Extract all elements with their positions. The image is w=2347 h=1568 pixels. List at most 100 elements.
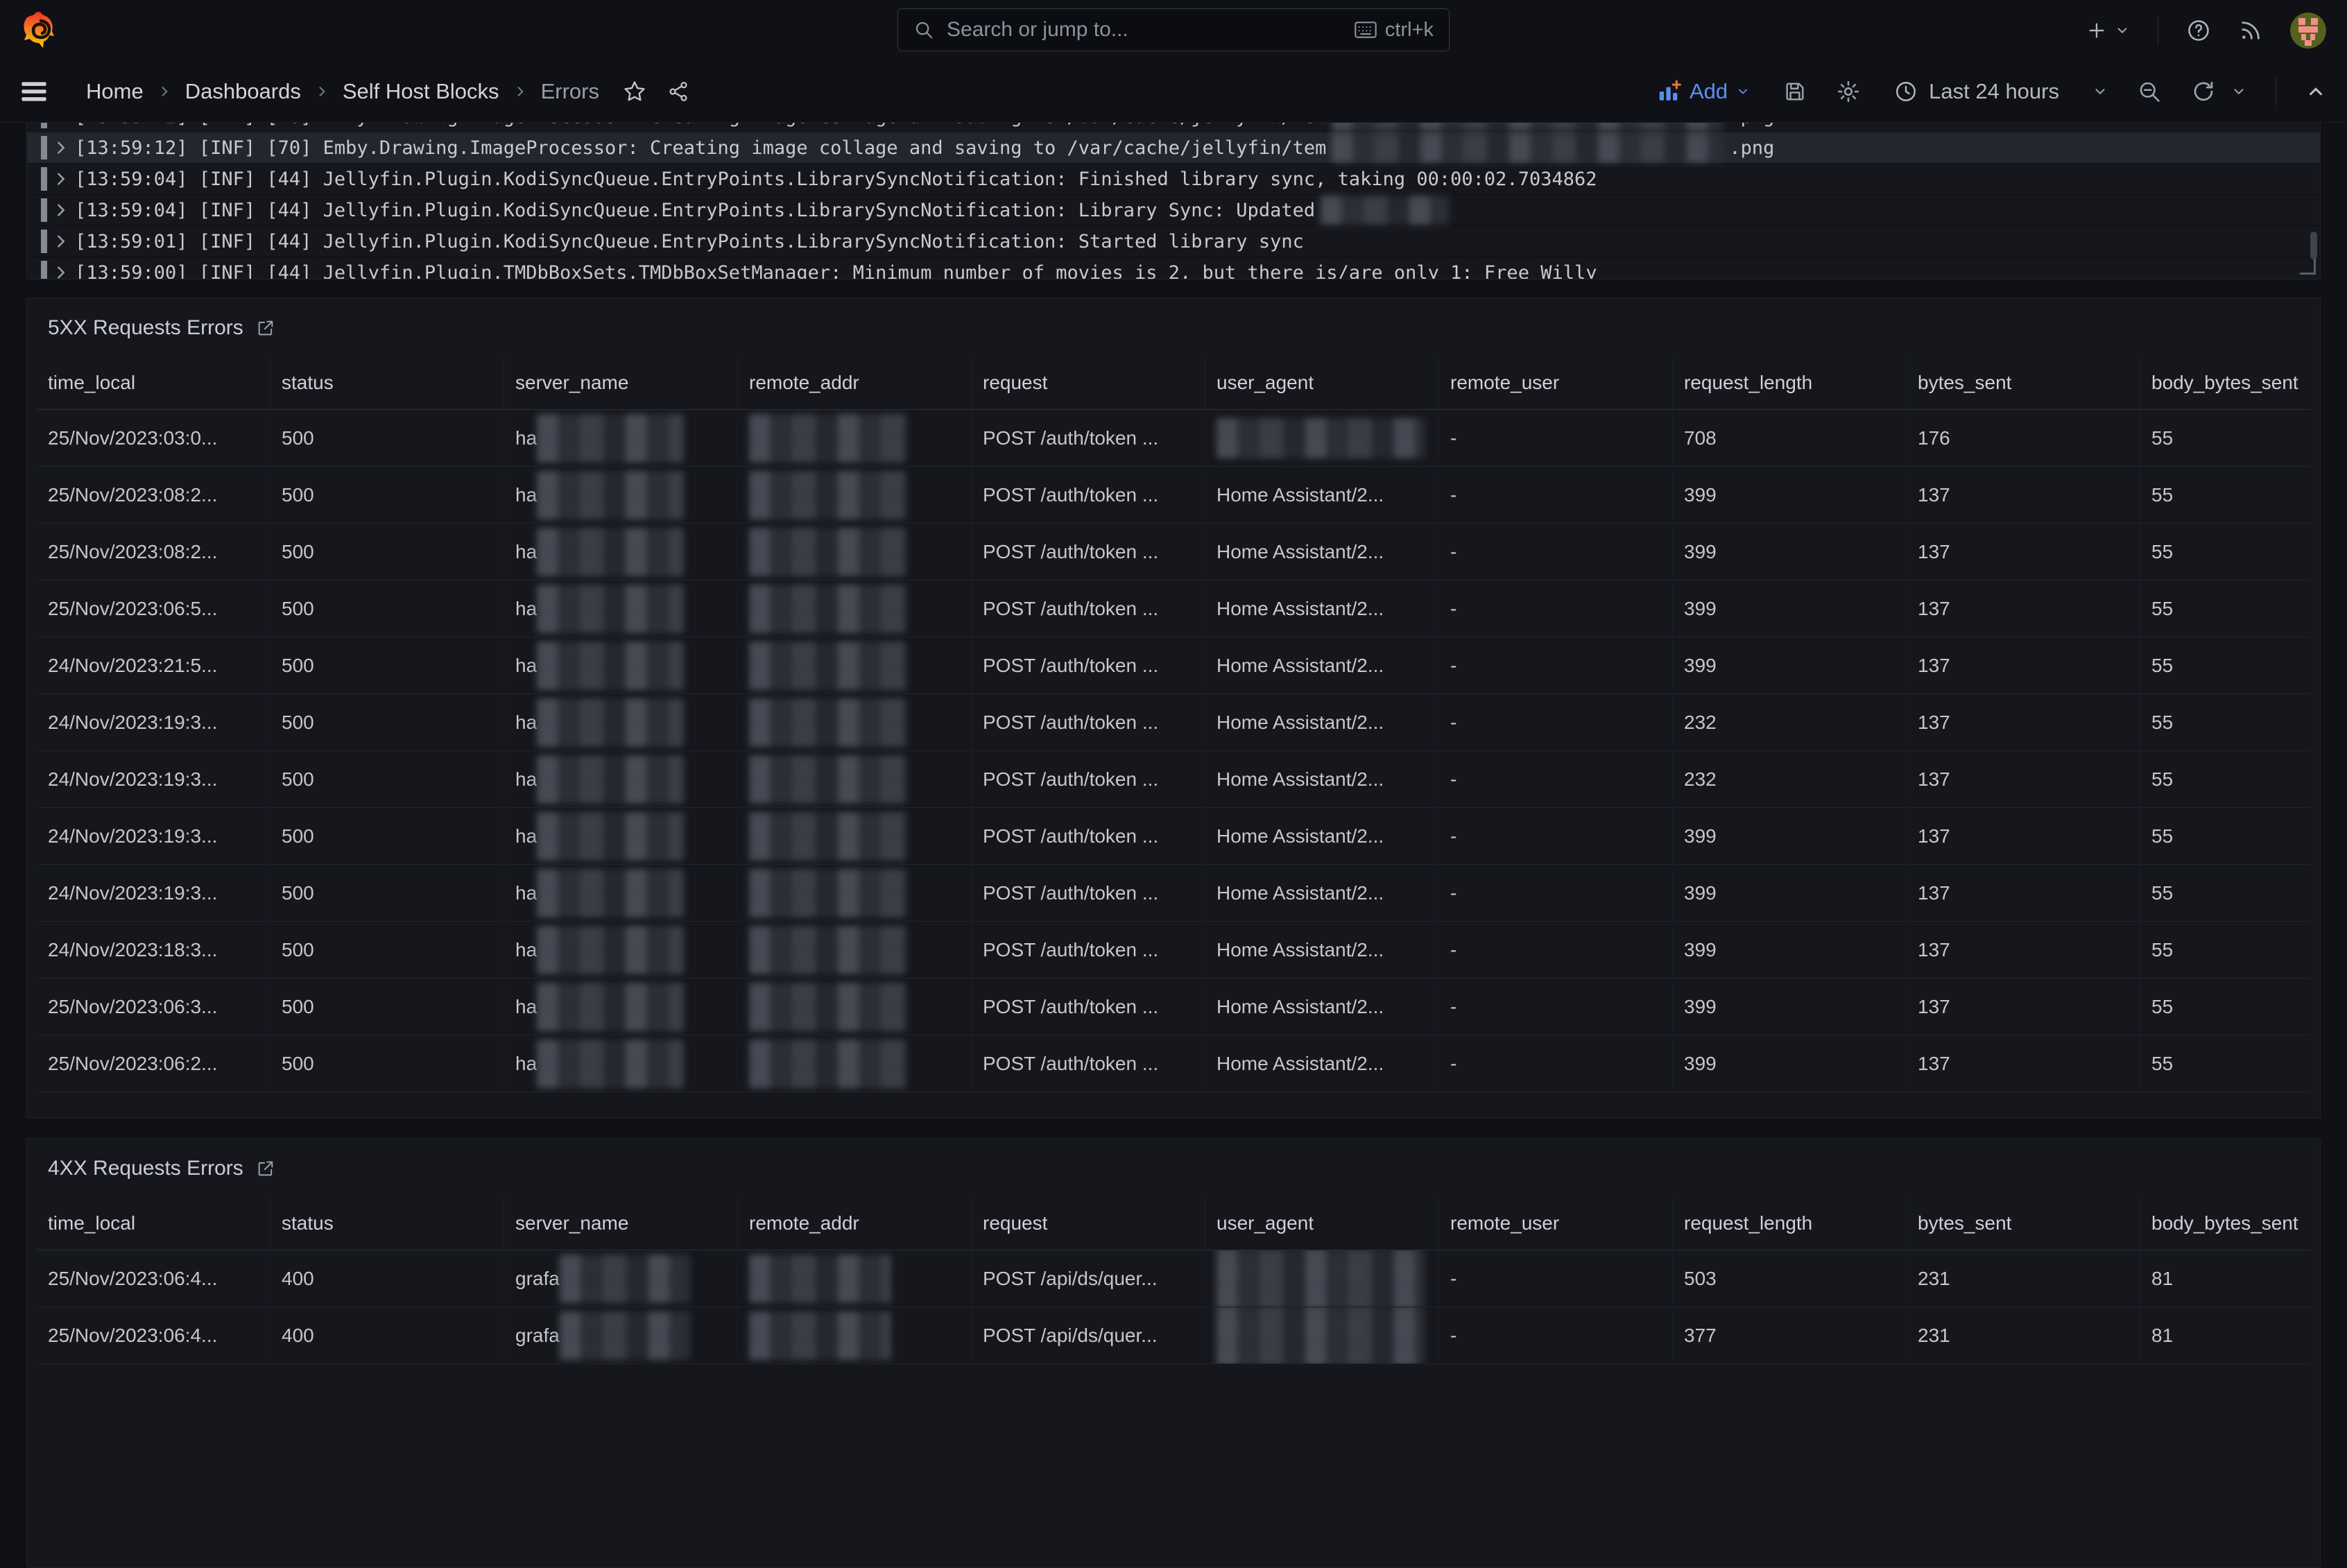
time-range-picker[interactable]: Last 24 hours	[1890, 78, 2063, 105]
redacted-server-name	[537, 585, 684, 633]
search-input[interactable]	[945, 17, 1355, 42]
column-header[interactable]: body_bytes_sent	[2140, 358, 2310, 409]
chevron-down-icon[interactable]	[2092, 84, 2108, 99]
cell-remote-addr	[738, 467, 972, 523]
redacted-remote-addr	[749, 812, 907, 861]
breadcrumb-folder[interactable]: Self Host Blocks	[343, 79, 499, 104]
log-row[interactable]: [13:59:00] [INF] [44] Jellyfin.Plugin.TM…	[27, 257, 2320, 279]
cell-body-bytes-sent: 81	[2140, 1307, 2310, 1363]
column-header[interactable]: remote_addr	[738, 358, 972, 409]
share-button[interactable]	[667, 80, 689, 103]
column-header[interactable]: remote_user	[1439, 358, 1673, 409]
column-header[interactable]: remote_addr	[738, 1198, 972, 1250]
new-button[interactable]	[2086, 19, 2130, 42]
expand-log-icon[interactable]	[55, 234, 67, 249]
panel-title[interactable]: 5XX Requests Errors	[48, 316, 243, 340]
refresh-button[interactable]	[2191, 79, 2216, 104]
external-link-icon[interactable]	[256, 1159, 275, 1178]
mega-menu-button[interactable]	[21, 81, 47, 102]
breadcrumb-dashboards[interactable]: Dashboards	[185, 79, 301, 104]
column-header[interactable]: body_bytes_sent	[2140, 1198, 2310, 1250]
log-row[interactable]: [13:59:04] [INF] [44] Jellyfin.Plugin.Ko…	[27, 163, 2320, 194]
search-box[interactable]: ctrl+k	[897, 8, 1450, 51]
news-button[interactable]	[2239, 19, 2262, 42]
table-header-row: time_localstatusserver_nameremote_addrre…	[37, 358, 2310, 410]
log-row[interactable]: [13:59:04] [INF] [44] Jellyfin.Plugin.Ko…	[27, 194, 2320, 225]
chevron-right-icon	[315, 85, 329, 98]
panel-title[interactable]: 4XX Requests Errors	[48, 1157, 243, 1180]
dashboard-settings-button[interactable]	[1836, 79, 1861, 104]
chevron-down-icon	[2231, 84, 2246, 99]
hamburger-icon	[21, 81, 47, 102]
refresh-interval-dropdown[interactable]	[2231, 84, 2246, 99]
zoom-out-button[interactable]	[2137, 79, 2162, 104]
user-avatar[interactable]	[2290, 12, 2326, 49]
log-scrollbar-thumb[interactable]	[2310, 232, 2317, 259]
cell-time-local: 25/Nov/2023:08:2...	[37, 467, 270, 523]
table-row: 25/Nov/2023:06:4... 400 grafa POST /api/…	[37, 1250, 2310, 1307]
column-header[interactable]: request	[972, 358, 1205, 409]
column-header[interactable]: user_agent	[1205, 1198, 1439, 1250]
column-header[interactable]: request	[972, 1198, 1205, 1250]
panel-resize-grip[interactable]	[2300, 259, 2316, 275]
column-header[interactable]: bytes_sent	[1907, 1198, 2140, 1250]
column-header[interactable]: request_length	[1673, 1198, 1907, 1250]
cell-request-length: 399	[1673, 580, 1907, 637]
expand-log-icon[interactable]	[55, 123, 67, 124]
cell-body-bytes-sent: 55	[2140, 524, 2310, 580]
help-button[interactable]	[2186, 18, 2211, 43]
cell-user-agent	[1205, 410, 1439, 466]
refresh-group	[2191, 79, 2246, 104]
plus-icon	[2086, 19, 2108, 42]
cell-remote-addr	[738, 808, 972, 864]
expand-log-icon[interactable]	[55, 140, 67, 155]
favorite-button[interactable]	[623, 80, 646, 103]
column-header[interactable]: user_agent	[1205, 358, 1439, 409]
cell-time-local: 24/Nov/2023:19:3...	[37, 865, 270, 921]
redacted-remote-addr	[749, 755, 907, 804]
column-header[interactable]: request_length	[1673, 358, 1907, 409]
cell-remote-addr	[738, 637, 972, 693]
column-header[interactable]: time_local	[37, 1198, 270, 1250]
cell-user-agent: Home Assistant/2...	[1205, 580, 1439, 637]
redacted-server-name	[537, 812, 684, 861]
expand-log-icon[interactable]	[55, 171, 67, 187]
expand-log-icon[interactable]	[55, 265, 67, 279]
expand-log-icon[interactable]	[55, 203, 67, 218]
log-row[interactable]: [13:59:01] [INF] [44] Jellyfin.Plugin.Ko…	[27, 225, 2320, 257]
save-dashboard-button[interactable]	[1783, 80, 1807, 103]
log-row[interactable]: [13:59:12] [INF] [70] Emby.Drawing.Image…	[27, 123, 2320, 132]
column-header[interactable]: status	[270, 1198, 504, 1250]
external-link-icon[interactable]	[256, 318, 275, 338]
cell-request: POST /api/ds/quer...	[972, 1307, 1205, 1363]
grafana-logo-icon[interactable]	[21, 10, 60, 51]
cell-request: POST /auth/token ...	[972, 1035, 1205, 1092]
chevron-right-icon	[157, 85, 171, 98]
breadcrumb-home[interactable]: Home	[86, 79, 144, 104]
cell-status: 500	[270, 865, 504, 921]
column-header[interactable]: remote_user	[1439, 1198, 1673, 1250]
rss-icon	[2239, 19, 2262, 42]
cell-body-bytes-sent: 55	[2140, 922, 2310, 978]
cell-remote-user: -	[1439, 1035, 1673, 1092]
cell-user-agent: Home Assistant/2...	[1205, 979, 1439, 1035]
column-header[interactable]: server_name	[504, 358, 738, 409]
cell-status: 500	[270, 580, 504, 637]
cell-server-name: ha	[504, 865, 738, 921]
collapse-toolbar-button[interactable]	[2305, 81, 2326, 102]
add-panel-button[interactable]: Add	[1653, 78, 1754, 105]
table-body: 25/Nov/2023:03:0... 500 ha POST /auth/to…	[37, 410, 2310, 1092]
cell-request: POST /auth/token ...	[972, 922, 1205, 978]
cell-status: 400	[270, 1250, 504, 1307]
cell-request-length: 399	[1673, 1035, 1907, 1092]
logs-panel: [13:59:12] [INF] [70] Emby.Drawing.Image…	[26, 123, 2321, 279]
cell-bytes-sent: 137	[1907, 694, 2140, 750]
column-header[interactable]: bytes_sent	[1907, 358, 2140, 409]
table-row: 25/Nov/2023:08:2... 500 ha POST /auth/to…	[37, 467, 2310, 524]
column-header[interactable]: server_name	[504, 1198, 738, 1250]
column-header[interactable]: time_local	[37, 358, 270, 409]
column-header[interactable]: status	[270, 358, 504, 409]
log-row[interactable]: [13:59:12] [INF] [70] Emby.Drawing.Image…	[27, 132, 2320, 163]
cell-time-local: 25/Nov/2023:06:2...	[37, 1035, 270, 1092]
panel-4xx-requests-errors: 4XX Requests Errors time_localstatusserv…	[26, 1138, 2321, 1568]
